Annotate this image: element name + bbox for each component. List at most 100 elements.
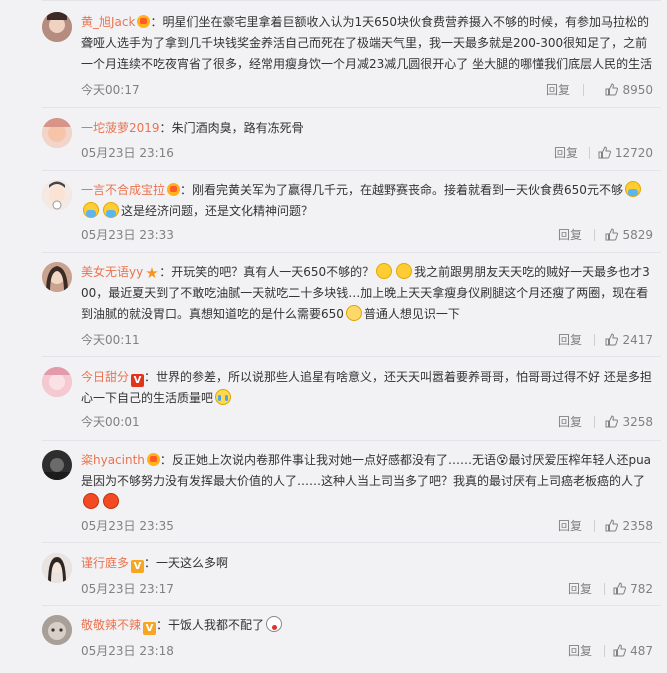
colon: ：: [156, 618, 169, 632]
colon: ：: [150, 15, 163, 29]
username-link[interactable]: 敬敬辣不辣: [81, 618, 141, 632]
like-button[interactable]: 2358: [605, 517, 653, 535]
comment-meta: 05月23日 23:16 回复 12720: [81, 144, 653, 162]
thumbs-up-icon: [605, 415, 619, 428]
colon: ：: [159, 121, 172, 135]
like-count: 3258: [622, 415, 653, 429]
separator: [594, 520, 595, 532]
divider: [42, 0, 661, 1]
emoji-shocked-icon: [266, 616, 283, 632]
avatar[interactable]: [42, 553, 72, 583]
comment-content: 刚看完黄关军为了赢得几千元，在越野赛丧命。接着就看到一天伙食费650元不够: [192, 183, 623, 197]
vip-crown-icon: [167, 183, 181, 196]
vip-crown-icon: [137, 15, 151, 28]
divider: [42, 440, 661, 441]
reply-button[interactable]: 回复: [558, 517, 582, 535]
colon: ：: [144, 370, 157, 384]
reply-button[interactable]: 回复: [558, 226, 582, 244]
comment-text: 一言不合成宝拉 ：刚看完黄关军为了赢得几千元，在越野赛丧命。接着就看到一天伙食费6…: [81, 180, 653, 222]
timestamp: 05月23日 23:18: [81, 644, 174, 658]
username-link[interactable]: 一坨菠萝2019: [81, 121, 160, 135]
username-link[interactable]: 黄_旭Jack: [81, 15, 135, 29]
verified-v-icon: V: [131, 560, 145, 573]
thumbs-up-icon: [598, 146, 611, 159]
avatar[interactable]: [42, 367, 72, 397]
like-count: 5829: [622, 228, 653, 242]
reply-button[interactable]: 回复: [558, 331, 582, 349]
username-link[interactable]: 美女无语yy: [81, 265, 143, 279]
comment-content: 明星们坐在豪宅里拿着巨额收入认为1天650块伙食费营养摄入不够的时候，有参加马拉…: [81, 15, 653, 71]
emoji-sweat-icon: [624, 181, 641, 197]
comment-meta: 今天00:11 回复 2417: [81, 331, 653, 349]
comment-text: 粢hyacinth ：反正她上次说内卷那件事让我对她一点好感都没有了……无语😵最讨…: [81, 450, 653, 513]
comment-text: 美女无语yy ★：开玩笑的吧？真有人一天650不够的？ 我之前跟男朋友天天吃的贼好一…: [81, 262, 653, 325]
reply-button[interactable]: 回复: [558, 413, 582, 431]
comment-text: 一坨菠萝2019：朱门酒肉臭，路有冻死骨: [81, 118, 653, 139]
username-link[interactable]: 粢hyacinth: [81, 453, 145, 467]
reply-button[interactable]: 回复: [554, 144, 578, 162]
like-count: 8950: [622, 83, 653, 97]
comment-content: 干饭人我都不配了: [168, 618, 265, 632]
emoji-angry-icon: [103, 493, 119, 509]
emoji-angry-icon: [83, 493, 99, 509]
colon: ：: [159, 265, 172, 279]
colon: ：: [180, 183, 193, 197]
like-button[interactable]: 782: [613, 580, 653, 598]
reply-button[interactable]: 回复: [546, 81, 570, 99]
like-button[interactable]: 8950: [605, 81, 653, 99]
vip-crown-icon: [146, 453, 160, 466]
comment-content: 世界的参差，所以说那些人追星有啥意义，还天天叫嚣着要养哥哥，怕哥哥过得不好 还是…: [81, 370, 652, 405]
timestamp: 05月23日 23:17: [81, 582, 174, 596]
thumbs-up-icon: [605, 83, 619, 96]
verified-v-icon: V: [131, 374, 145, 387]
username-link[interactable]: 一言不合成宝拉: [81, 183, 165, 197]
comment-meta: 05月23日 23:18 回复 487: [81, 642, 653, 660]
timestamp: 今天00:11: [81, 333, 140, 347]
comment-list: 黄_旭Jack ：明星们坐在豪宅里拿着巨额收入认为1天650块伙食费营养摄入不够的…: [0, 0, 667, 673]
like-button[interactable]: 3258: [605, 413, 653, 431]
avatar[interactable]: [42, 12, 72, 42]
separator: [594, 334, 595, 346]
comment-meta: 今天00:01 回复 3258: [81, 413, 653, 431]
comment-meta: 今天00:17 回复 8950: [81, 81, 653, 99]
comment-text: 今日甜分 V ：世界的参差，所以说那些人追星有啥意义，还天天叫嚣着要养哥哥，怕哥哥过…: [81, 367, 653, 409]
separator: [589, 147, 590, 159]
comment-content: 开玩笑的吧？真有人一天650不够的？: [171, 265, 375, 279]
timestamp: 今天00:01: [81, 415, 140, 429]
avatar[interactable]: [42, 450, 72, 480]
like-button[interactable]: 2417: [605, 331, 653, 349]
reply-button[interactable]: 回复: [568, 580, 592, 598]
avatar[interactable]: [42, 262, 72, 292]
timestamp: 今天00:17: [81, 83, 140, 97]
avatar[interactable]: [42, 615, 72, 645]
avatar[interactable]: [42, 118, 72, 148]
separator: [583, 84, 584, 96]
divider: [42, 542, 661, 543]
like-button[interactable]: 487: [613, 642, 653, 660]
emoji-wave-icon: [345, 305, 362, 321]
comment-text: 谨行庭多 V ：一天这么多啊: [81, 553, 653, 574]
username-link[interactable]: 谨行庭多: [81, 556, 129, 570]
separator: [594, 416, 595, 428]
comment-content-end: 普通人想见识一下: [363, 307, 460, 321]
comment-content: 朱门酒肉臭，路有冻死骨: [171, 121, 304, 135]
colon: ：: [144, 556, 157, 570]
separator: [594, 229, 595, 241]
emoji-sweat-smile-icon: [376, 263, 393, 279]
comment-meta: 05月23日 23:17 回复 782: [81, 580, 653, 598]
like-button[interactable]: 12720: [598, 144, 653, 162]
thumbs-up-icon: [605, 333, 619, 346]
thumbs-up-icon: [613, 644, 627, 657]
like-button[interactable]: 5829: [605, 226, 653, 244]
colon: ：: [159, 453, 172, 467]
thumbs-up-icon: [605, 519, 619, 532]
emoji-sweat-icon: [103, 202, 119, 218]
divider: [42, 107, 661, 108]
comment-text: 黄_旭Jack ：明星们坐在豪宅里拿着巨额收入认为1天650块伙食费营养摄入不够的…: [81, 12, 653, 75]
username-link[interactable]: 今日甜分: [81, 370, 129, 384]
divider: [42, 356, 661, 357]
reply-button[interactable]: 回复: [568, 642, 592, 660]
separator: [604, 583, 605, 595]
like-count: 2358: [622, 519, 653, 533]
avatar[interactable]: [42, 180, 72, 210]
